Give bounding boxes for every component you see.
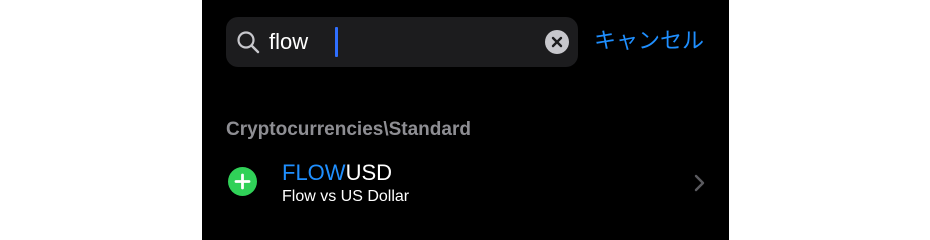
add-symbol-button[interactable] bbox=[228, 167, 257, 196]
section-header: Cryptocurrencies\Standard bbox=[226, 119, 471, 140]
list-item[interactable]: FLOWUSD Flow vs US Dollar bbox=[202, 152, 729, 216]
clear-circle-icon bbox=[551, 36, 563, 48]
search-icon bbox=[237, 31, 260, 54]
text-caret bbox=[335, 27, 338, 57]
plus-circle-icon bbox=[234, 173, 251, 190]
symbol-rest: USD bbox=[345, 160, 393, 185]
symbol-match: FLOW bbox=[282, 160, 346, 185]
cancel-button[interactable]: キャンセル bbox=[594, 25, 704, 57]
app-screen: キャンセル Cryptocurrencies\Standard FLOWUSD … bbox=[202, 0, 729, 240]
symbol-description: Flow vs US Dollar bbox=[282, 188, 410, 205]
clear-search-button[interactable] bbox=[545, 30, 569, 54]
symbol-name: FLOWUSD bbox=[282, 159, 392, 187]
search-input[interactable] bbox=[269, 27, 519, 57]
chevron-right-icon bbox=[694, 174, 705, 192]
search-bar[interactable] bbox=[226, 17, 578, 67]
